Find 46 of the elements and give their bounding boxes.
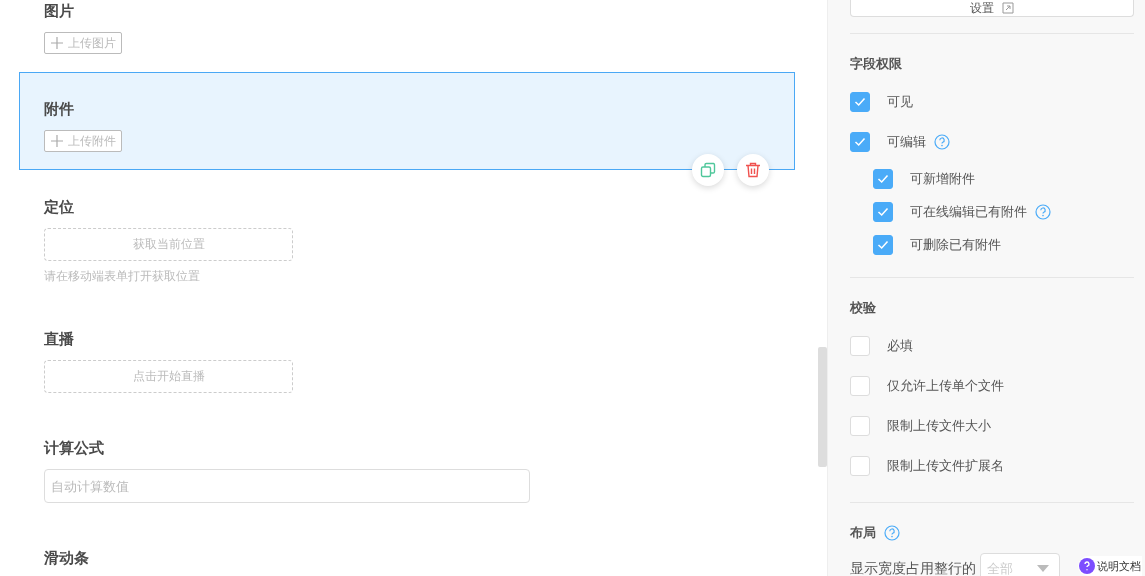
width-label: 显示宽度占用整行的 xyxy=(850,560,976,576)
option-label: 可编辑 xyxy=(887,133,926,151)
field-label: 直播 xyxy=(44,329,75,349)
option-label: 可见 xyxy=(887,93,913,111)
option-label: 限制上传文件扩展名 xyxy=(887,457,1004,475)
check-icon xyxy=(877,239,889,250)
plus-icon xyxy=(50,36,64,50)
section-title: 校验 xyxy=(850,299,876,317)
help-doc-button[interactable]: 说明文档 xyxy=(1078,556,1142,576)
section-title: 字段权限 xyxy=(850,55,902,73)
field-label: 附件 xyxy=(44,99,75,119)
copy-icon xyxy=(700,162,716,178)
checkbox[interactable] xyxy=(873,201,893,222)
scrollbar-thumb[interactable] xyxy=(818,347,827,467)
input-field[interactable]: 自动计算数值 xyxy=(44,469,530,503)
check-icon xyxy=(854,137,866,147)
caret-icon xyxy=(1037,565,1049,573)
form-field[interactable]: 直播 点击开始直播 xyxy=(19,302,795,411)
check-icon xyxy=(854,97,866,107)
field-label: 计算公式 xyxy=(44,438,105,458)
form-field[interactable]: 计算公式 自动计算数值 xyxy=(19,411,795,521)
section-title: 布局 xyxy=(850,524,876,542)
field-label: 图片 xyxy=(44,1,75,21)
delete-button[interactable] xyxy=(737,154,769,186)
checkbox[interactable] xyxy=(850,132,870,152)
hint-text: 请在移动端表单打开获取位置 xyxy=(44,268,201,284)
copy-button[interactable] xyxy=(692,154,724,186)
field-label: 定位 xyxy=(44,197,75,217)
check-icon xyxy=(877,206,889,217)
checkbox[interactable] xyxy=(873,168,893,189)
checkbox[interactable] xyxy=(873,234,893,255)
option-label: 限制上传文件大小 xyxy=(887,417,991,435)
option-label: 仅允许上传单个文件 xyxy=(887,377,1004,395)
option-label: 必填 xyxy=(887,337,913,355)
external-link-icon xyxy=(1002,2,1014,14)
option-label: 可新增附件 xyxy=(910,169,975,188)
form-field[interactable]: 定位 获取当前位置 请在移动端表单打开获取位置 xyxy=(19,170,795,302)
form-field[interactable]: 滑动条 xyxy=(19,521,795,576)
plus-icon xyxy=(50,134,64,148)
option-label: 可在线编辑已有附件 xyxy=(910,202,1027,221)
check-icon xyxy=(877,173,889,184)
trash-icon xyxy=(745,162,761,178)
option-label: 可删除已有附件 xyxy=(910,235,1001,254)
settings-button[interactable]: 设置 xyxy=(850,0,1134,17)
checkbox[interactable] xyxy=(850,92,870,112)
field-label: 滑动条 xyxy=(44,548,90,568)
